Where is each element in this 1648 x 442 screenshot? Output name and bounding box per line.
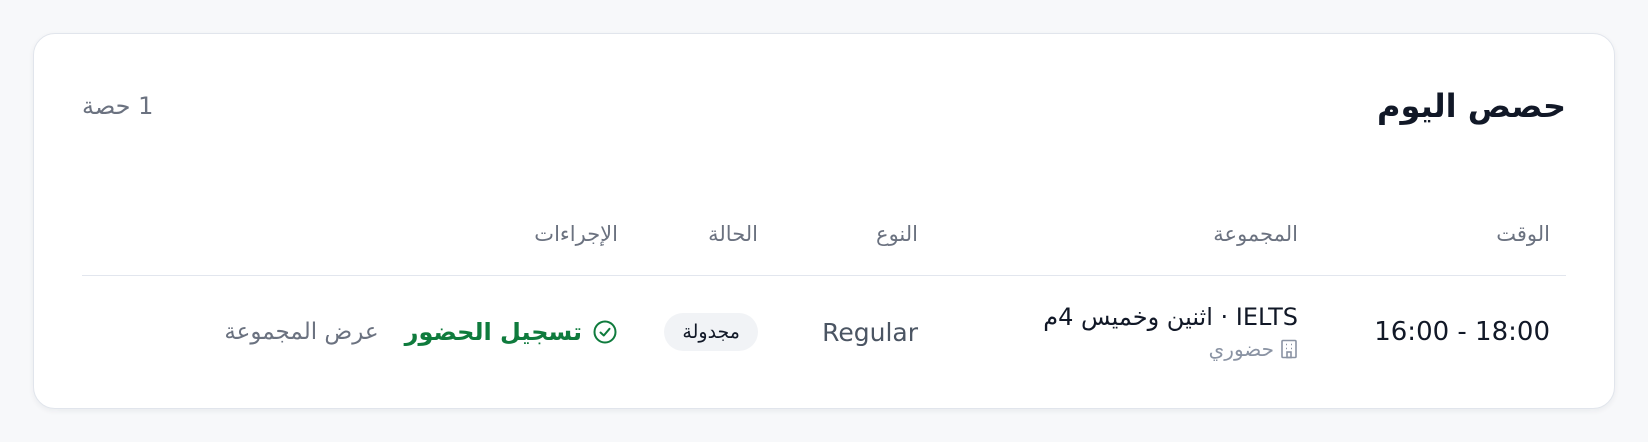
- status-badge: مجدولة: [664, 313, 758, 351]
- record-attendance-label: تسجيل الحضور: [404, 318, 582, 346]
- session-time: 16:00 - 18:00: [1374, 317, 1550, 347]
- column-header-time: الوقت: [1496, 222, 1550, 246]
- record-attendance-button[interactable]: تسجيل الحضور: [405, 318, 618, 346]
- card-title: حصص اليوم: [1377, 87, 1566, 125]
- row-actions: تسجيل الحضور عرض المجموعة: [224, 318, 618, 346]
- table-header: الوقت المجموعة النوع الحالة الإجراءات: [82, 204, 1566, 276]
- column-header-actions: الإجراءات: [534, 222, 618, 246]
- column-header-type: النوع: [876, 222, 918, 246]
- card-header: حصص اليوم 1 حصة: [82, 78, 1566, 134]
- group-mode-label: حضوري: [1208, 337, 1274, 361]
- column-header-group: المجموعة: [1213, 222, 1298, 246]
- building-icon: [1280, 339, 1298, 359]
- group-mode: حضوري: [1209, 337, 1298, 361]
- session-type: Regular: [822, 317, 918, 347]
- table-row: 16:00 - 18:00 IELTS · اثنين وخميس 4م حضو…: [82, 277, 1566, 387]
- session-count: 1 حصة: [82, 92, 154, 120]
- today-sessions-card: حصص اليوم 1 حصة الوقت المجموعة النوع الح…: [33, 33, 1615, 409]
- group-name: IELTS · اثنين وخميس 4م: [1043, 303, 1298, 331]
- view-group-link[interactable]: عرض المجموعة: [224, 319, 378, 345]
- group-cell: IELTS · اثنين وخميس 4م حضوري: [1043, 303, 1298, 361]
- check-circle-icon: [592, 319, 618, 345]
